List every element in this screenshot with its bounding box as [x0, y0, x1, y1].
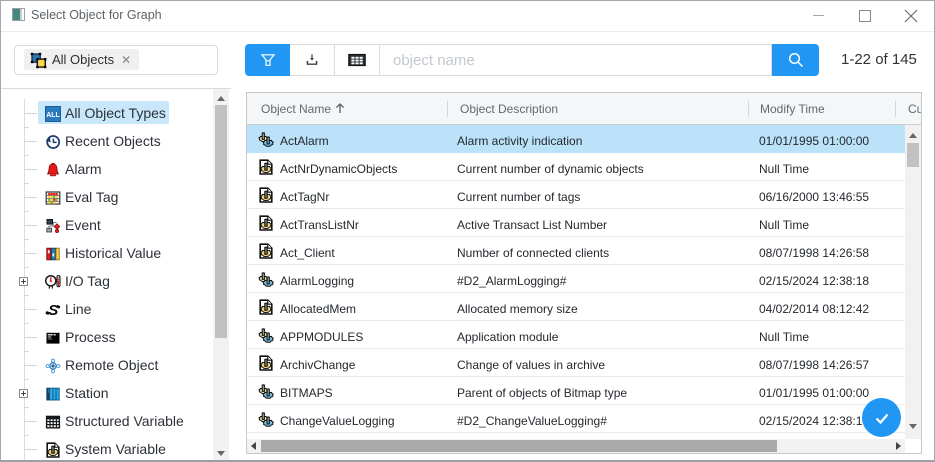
svg-text:S: S [48, 302, 58, 318]
svg-text:ALL: ALL [46, 112, 60, 119]
